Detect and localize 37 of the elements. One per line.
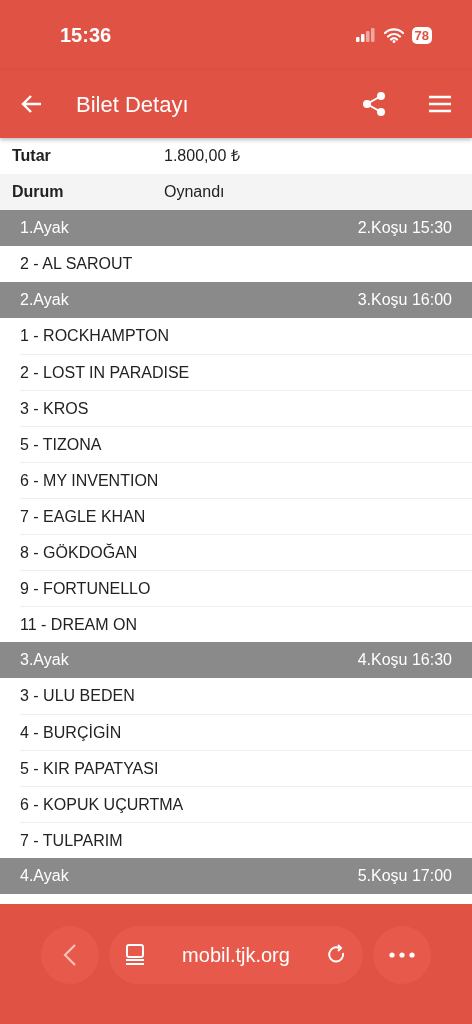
menu-icon[interactable] [428,95,452,113]
runner-name: 2 - LOST IN PARADISE [20,354,472,390]
share-icon[interactable] [362,91,386,117]
race-time: 2.Koşu 15:30 [357,218,452,238]
runner-name: 6 - KOPUK UÇURTMA [20,786,472,822]
runner-name: 3 - ULU BEDEN [20,686,136,706]
leg-title: 1.Ayak [20,218,69,238]
race-time: 4.Koşu 16:30 [357,650,452,670]
signal-icon [355,28,376,42]
wifi-icon [383,27,404,43]
runner-name: 1 - ROCKHAMPTON [20,326,171,346]
race-time: 3.Koşu 16:00 [357,290,452,310]
race-time: 5.Koşu 17:00 [357,866,452,886]
runner-name: 3 - KROS [20,390,472,426]
page-icon[interactable] [125,944,145,966]
runner-name: 7 - EAGLE KHAN [20,498,472,534]
runner-name: 4 - BURÇİGİN [20,714,472,750]
runner-name: 9 - FORTUNELLO [20,570,472,606]
field-value: Oynandı [164,182,225,202]
leg-title: 3.Ayak [20,650,69,670]
battery-level: 78 [411,26,432,44]
field-label: Tutar [12,146,52,166]
runner-name: 2 - AL SAROUT [20,254,134,274]
runner-name: 5 - TIZONA [20,426,472,462]
chevron-left-icon [63,943,77,967]
leg-title: 4.Ayak [20,866,69,886]
runner-name: 5 - KIR PAPATYASI [20,750,472,786]
leg-title: 2.Ayak [20,290,69,310]
runner-name: 6 - MY INVENTION [20,462,472,498]
field-label: Durum [12,182,65,202]
field-value: 1.800,00 ₺ [164,146,240,166]
status-time: 15:36 [60,23,112,48]
address-bar[interactable]: mobil.tjk.org [109,926,363,984]
more-icon [389,952,415,958]
page-title: Bilet Detayı [76,90,190,119]
runner-name: 8 - GÖKDOĞAN [20,534,472,570]
address-text: mobil.tjk.org [182,943,290,968]
